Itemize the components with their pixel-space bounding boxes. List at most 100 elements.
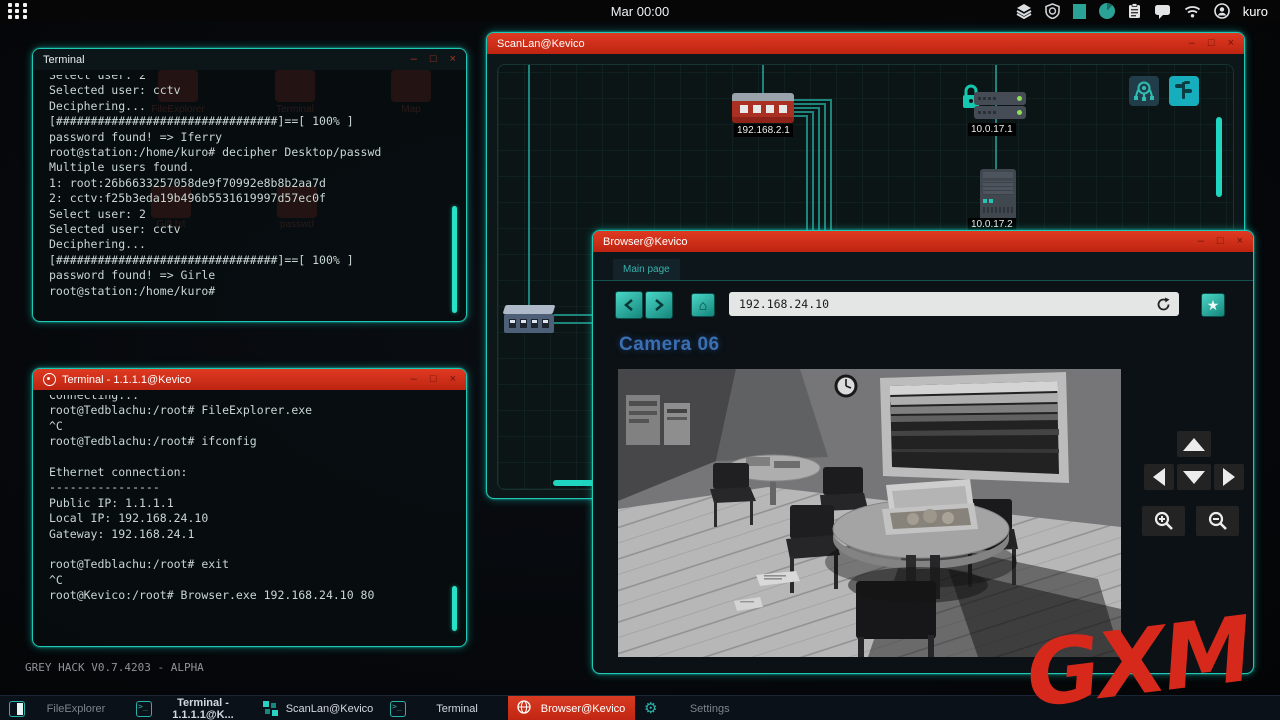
remote-terminal-title: Terminal - 1.1.1.1@Kevico	[62, 374, 191, 386]
home-button[interactable]: ⌂	[691, 293, 715, 317]
terminal-line: Selected user: cctv	[49, 222, 446, 237]
terminal-line: Selected user: cctv	[49, 83, 446, 98]
close-button[interactable]: ×	[450, 49, 456, 70]
shield-icon[interactable]	[1045, 3, 1060, 19]
address-input[interactable]	[729, 296, 1156, 312]
wifi-icon[interactable]	[1184, 5, 1201, 18]
scan-mode-button[interactable]	[1129, 76, 1159, 106]
terminal-line: Local IP: 192.168.24.10	[49, 511, 446, 526]
computer-node[interactable]	[980, 169, 1016, 221]
terminal-line: [################################]==[ 10…	[49, 253, 446, 268]
username-label[interactable]: kuro	[1243, 4, 1268, 19]
terminal-line: root@station:/home/kuro# decipher Deskto…	[49, 145, 446, 160]
browser-window: Browser@Kevico – □ × Main page ⌂	[592, 230, 1254, 674]
chat-icon[interactable]	[1154, 4, 1171, 19]
refresh-icon[interactable]	[1156, 297, 1171, 312]
camera-feed-image	[618, 369, 1121, 657]
terminal-line	[49, 450, 446, 465]
minimize-button[interactable]: –	[411, 49, 417, 70]
address-bar	[729, 292, 1179, 316]
arrow-right-icon	[1223, 468, 1235, 486]
taskbar-item-scanlan[interactable]: ScanLan@Kevico	[254, 696, 381, 720]
terminal-line: Ethernet connection:	[49, 465, 446, 480]
maximize-button[interactable]: □	[1217, 231, 1224, 252]
terminal-line: password found! => Girle	[49, 268, 446, 283]
terminal-app-icon	[43, 373, 56, 386]
minimize-button[interactable]: –	[411, 369, 417, 390]
minimize-button[interactable]: –	[1198, 231, 1204, 252]
server-led	[1017, 96, 1022, 101]
router-node[interactable]	[732, 93, 794, 123]
layers-icon[interactable]	[1016, 3, 1032, 19]
taskbar-item-terminal-remote[interactable]: Terminal - 1.1.1.1@K...	[127, 696, 254, 720]
terminal-line: Select user: 2	[49, 207, 446, 222]
camera-up-button[interactable]	[1177, 431, 1211, 457]
tab-main-page[interactable]: Main page	[613, 259, 680, 280]
desktop: FileExplorer Terminal Map Gift.txt passw…	[0, 0, 1280, 720]
terminal-line: Gateway: 192.168.24.1	[49, 527, 446, 542]
terminal-line: Select user: 2	[49, 75, 446, 83]
terminal-line: root@Tedblachu:/root# ifconfig	[49, 434, 446, 449]
close-button[interactable]: ×	[450, 369, 456, 390]
terminal-titlebar[interactable]: Terminal – □ ×	[33, 49, 466, 70]
terminal-line: Multiple users found.	[49, 160, 446, 175]
terminal-line	[49, 542, 446, 557]
server-ip-label: 10.0.17.1	[968, 123, 1016, 136]
cpu-indicator[interactable]	[1099, 3, 1115, 19]
taskbar-item-terminal[interactable]: Terminal	[381, 696, 508, 720]
taskbar-item-settings[interactable]: ⚙ Settings	[635, 696, 762, 720]
server-node[interactable]	[974, 106, 1026, 119]
remote-terminal-window: Terminal - 1.1.1.1@Kevico – □ × Connecti…	[32, 368, 467, 647]
chevron-right-icon	[652, 298, 666, 312]
switch-node[interactable]	[504, 305, 554, 333]
maximize-button[interactable]: □	[430, 369, 437, 390]
zoom-in-button[interactable]	[1142, 506, 1185, 536]
back-button[interactable]	[615, 291, 643, 319]
taskbar-item-browser[interactable]: Browser@Kevico	[508, 696, 635, 720]
close-button[interactable]: ×	[1237, 231, 1243, 252]
browser-tabstrip: Main page	[593, 252, 1253, 281]
signpost-icon	[1173, 80, 1195, 102]
zoom-out-button[interactable]	[1196, 506, 1239, 536]
magnifier-minus-icon	[1207, 510, 1229, 532]
terminal-output[interactable]: Connecting...root@Tedblachu:/root# FileE…	[49, 395, 446, 642]
server-node[interactable]	[974, 92, 1026, 105]
taskbar-item-fileexplorer[interactable]: FileExplorer	[0, 696, 127, 720]
minimize-button[interactable]: –	[1189, 33, 1195, 54]
magnifier-plus-icon	[1153, 510, 1175, 532]
terminal-line: Public IP: 1.1.1.1	[49, 496, 446, 511]
terminal-line: [################################]==[ 10…	[49, 114, 446, 129]
chevron-left-icon	[622, 298, 636, 312]
clipboard-icon[interactable]	[1128, 3, 1141, 19]
maximize-button[interactable]: □	[1208, 33, 1215, 54]
globe-icon	[517, 700, 531, 717]
terminal-title: Terminal	[43, 54, 85, 66]
browser-title: Browser@Kevico	[603, 236, 688, 248]
terminal-scrollbar[interactable]	[452, 206, 457, 313]
terminal-line: 1: root:26b6633257058de9f70992e8b8b2aa7d	[49, 176, 446, 191]
forward-button[interactable]	[645, 291, 673, 319]
scanlan-title: ScanLan@Kevico	[497, 38, 585, 50]
camera-left-button[interactable]	[1144, 464, 1174, 490]
top-bar: Mar 00:00 kuro	[0, 0, 1280, 22]
scanlan-titlebar[interactable]: ScanLan@Kevico – □ ×	[487, 33, 1244, 54]
map-vertical-scrollbar[interactable]	[1216, 117, 1222, 197]
taskbar: FileExplorer Terminal - 1.1.1.1@K... Sca…	[0, 695, 1280, 720]
scanlan-icon	[263, 701, 278, 716]
server-led	[1017, 110, 1022, 115]
camera-down-button[interactable]	[1177, 464, 1211, 490]
bookmark-button[interactable]: ★	[1201, 293, 1225, 317]
terminal-scrollbar[interactable]	[452, 586, 457, 631]
arrow-down-icon	[1183, 471, 1205, 484]
maximize-button[interactable]: □	[430, 49, 437, 70]
terminal-line: ----------------	[49, 480, 446, 495]
remote-terminal-titlebar[interactable]: Terminal - 1.1.1.1@Kevico – □ ×	[33, 369, 466, 390]
filter-button[interactable]	[1169, 76, 1199, 106]
close-button[interactable]: ×	[1228, 33, 1234, 54]
memory-indicator[interactable]	[1073, 4, 1086, 19]
camera-right-button[interactable]	[1214, 464, 1244, 490]
user-avatar-icon[interactable]	[1214, 3, 1230, 19]
terminal-icon	[136, 701, 152, 717]
browser-titlebar[interactable]: Browser@Kevico – □ ×	[593, 231, 1253, 252]
terminal-output[interactable]: Select user: 2Selected user: cctvDeciphe…	[49, 75, 446, 317]
